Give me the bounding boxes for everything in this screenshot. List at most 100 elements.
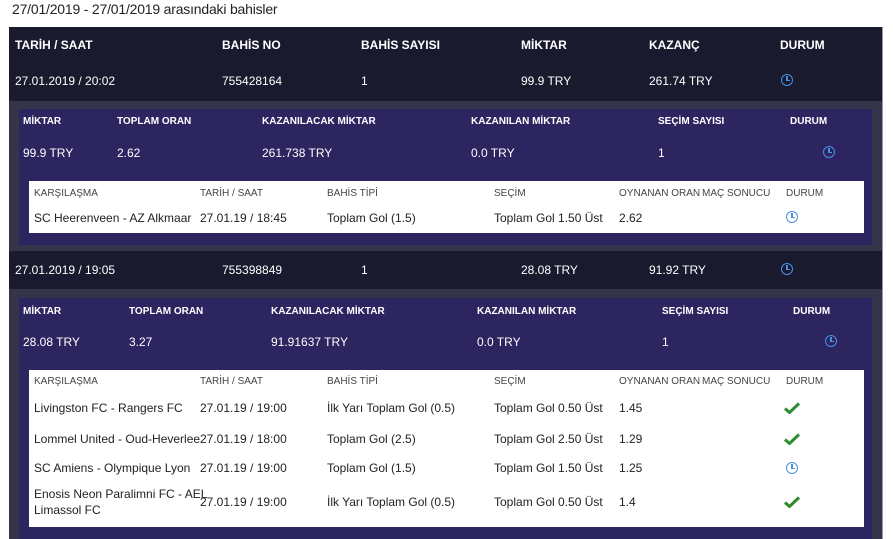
match-name-line-1: Enosis Neon Paralimni FC - AEL: [34, 487, 208, 501]
match-header-match-result: MAÇ SONUCU: [702, 376, 771, 387]
match-header-date-time: TARİH / SAAT: [200, 376, 263, 387]
bet-date-time: 27.01.2019 / 20:02: [15, 74, 116, 88]
bet-number: 755398849: [222, 263, 283, 277]
check-icon: [784, 402, 800, 414]
match-header-match: KARŞILAŞMA: [34, 376, 98, 387]
match-name: Lommel United - Oud-Heverlee: [34, 432, 201, 446]
bet-count: 1: [361, 74, 368, 88]
check-icon: [784, 433, 800, 445]
detail-header-selection-count: SEÇİM SAYISI: [658, 116, 725, 127]
match-header-played-odds: OYNANAN ORAN: [619, 188, 701, 199]
match-selection: Toplam Gol 1.50 Üst: [494, 461, 603, 475]
header-bet-no: BAHİS NO: [222, 38, 281, 52]
detail-won: 0.0 TRY: [477, 335, 521, 349]
match-odds: 1.29: [619, 432, 643, 446]
match-table: KARŞILAŞMA TARİH / SAAT BAHİS TİPİ SEÇİM…: [29, 370, 864, 527]
match-header-match-result: MAÇ SONUCU: [702, 188, 771, 199]
match-odds: 1.4: [619, 495, 636, 509]
detail-header-total-odds: TOPLAM ORAN: [117, 116, 192, 127]
detail-header-won: KAZANILAN MİKTAR: [471, 116, 571, 127]
header-amount: MİKTAR: [521, 38, 567, 52]
detail-header-to-win: KAZANILACAK MİKTAR: [271, 306, 385, 317]
match-bet-type: Toplam Gol (1.5): [327, 461, 416, 475]
detail-header-to-win: KAZANILACAK MİKTAR: [262, 116, 376, 127]
bet-amount: 28.08 TRY: [521, 263, 578, 277]
bet-winnings: 91.92 TRY: [649, 263, 706, 277]
detail-header-total-odds: TOPLAM ORAN: [129, 306, 204, 317]
match-header-date-time: TARİH / SAAT: [200, 188, 263, 199]
detail-selection-count: 1: [658, 146, 665, 160]
match-name: Livingston FC - Rangers FC: [34, 401, 183, 415]
match-date-time: 27.01.19 / 18:45: [200, 211, 287, 225]
bet-number: 755428164: [222, 74, 283, 88]
match-header-selection: SEÇİM: [494, 376, 526, 387]
match-selection: Toplam Gol 1.50 Üst: [494, 211, 603, 225]
detail-header-status: DURUM: [793, 306, 831, 317]
page-title: 27/01/2019 - 27/01/2019 arasındaki bahis…: [12, 1, 278, 17]
detail-total-odds: 3.27: [129, 335, 153, 349]
match-bet-type: İlk Yarı Toplam Gol (0.5): [327, 495, 456, 509]
clock-icon: [786, 211, 798, 223]
match-bet-type: Toplam Gol (2.5): [327, 432, 416, 446]
match-odds: 1.45: [619, 401, 643, 415]
clock-icon: [786, 462, 798, 474]
table-row: SC Amiens - Olympique Lyon 27.01.19 / 19…: [29, 456, 864, 482]
clock-icon: [781, 263, 793, 275]
match-odds: 2.62: [619, 211, 643, 225]
clock-icon: [781, 74, 793, 86]
match-header-match: KARŞILAŞMA: [34, 188, 98, 199]
match-odds: 1.25: [619, 461, 643, 475]
match-name: SC Amiens - Olympique Lyon: [34, 461, 191, 475]
bet-row[interactable]: 27.01.2019 / 19:05 755398849 1 28.08 TRY…: [9, 251, 882, 289]
table-row: Lommel United - Oud-Heverlee 27.01.19 / …: [29, 427, 864, 453]
match-date-time: 27.01.19 / 19:00: [200, 461, 287, 475]
table-header-row: TARİH / SAAT BAHİS NO BAHİS SAYISI MİKTA…: [9, 27, 882, 64]
match-table: KARŞILAŞMA TARİH / SAAT BAHİS TİPİ SEÇİM…: [29, 181, 864, 233]
clock-icon: [823, 146, 835, 158]
detail-amount: 99.9 TRY: [23, 146, 74, 160]
bet-date-time: 27.01.2019 / 19:05: [15, 263, 116, 277]
header-date-time: TARİH / SAAT: [15, 38, 93, 52]
match-bet-type: İlk Yarı Toplam Gol (0.5): [327, 401, 456, 415]
match-bet-type: Toplam Gol (1.5): [327, 211, 416, 225]
detail-header-status: DURUM: [790, 116, 828, 127]
bet-detail: MİKTAR TOPLAM ORAN KAZANILACAK MİKTAR KA…: [19, 298, 872, 539]
clock-icon: [825, 335, 837, 347]
bets-panel: TARİH / SAAT BAHİS NO BAHİS SAYISI MİKTA…: [9, 27, 883, 539]
detail-to-win: 261.738 TRY: [262, 146, 333, 160]
match-date-time: 27.01.19 / 18:00: [200, 432, 287, 446]
bet-count: 1: [361, 263, 368, 277]
match-header-status: DURUM: [786, 376, 824, 387]
table-row: Livingston FC - Rangers FC 27.01.19 / 19…: [29, 397, 864, 423]
match-selection: Toplam Gol 0.50 Üst: [494, 401, 603, 415]
match-selection: Toplam Gol 0.50 Üst: [494, 495, 603, 509]
header-bet-count: BAHİS SAYISI: [361, 38, 440, 52]
detail-amount: 28.08 TRY: [23, 335, 80, 349]
match-selection: Toplam Gol 2.50 Üst: [494, 432, 603, 446]
table-row: SC Heerenveen - AZ Alkmaar 27.01.19 / 18…: [29, 205, 864, 229]
match-header-bet-type: BAHİS TİPİ: [327, 188, 378, 199]
match-name-line-2: Limassol FC: [34, 503, 101, 517]
bet-amount: 99.9 TRY: [521, 74, 572, 88]
detail-to-win: 91.91637 TRY: [271, 335, 348, 349]
match-header-played-odds: OYNANAN ORAN: [619, 376, 701, 387]
detail-total-odds: 2.62: [117, 146, 141, 160]
match-date-time: 27.01.19 / 19:00: [200, 495, 287, 509]
match-header-selection: SEÇİM: [494, 188, 526, 199]
match-header-bet-type: BAHİS TİPİ: [327, 376, 378, 387]
detail-header-selection-count: SEÇİM SAYISI: [662, 306, 729, 317]
header-winnings: KAZANÇ: [649, 38, 700, 52]
bet-winnings: 261.74 TRY: [649, 74, 713, 88]
bet-row[interactable]: 27.01.2019 / 20:02 755428164 1 99.9 TRY …: [9, 63, 882, 101]
detail-header-amount: MİKTAR: [23, 116, 62, 127]
detail-header-won: KAZANILAN MİKTAR: [477, 306, 577, 317]
check-icon: [784, 496, 800, 508]
table-row: Enosis Neon Paralimni FC - AEL Limassol …: [29, 485, 864, 523]
bet-detail: MİKTAR TOPLAM ORAN KAZANILACAK MİKTAR KA…: [19, 109, 872, 245]
detail-header-amount: MİKTAR: [23, 306, 62, 317]
detail-selection-count: 1: [662, 335, 669, 349]
header-status: DURUM: [780, 38, 825, 52]
match-header-status: DURUM: [786, 188, 824, 199]
detail-won: 0.0 TRY: [471, 146, 515, 160]
match-name: SC Heerenveen - AZ Alkmaar: [34, 211, 192, 225]
